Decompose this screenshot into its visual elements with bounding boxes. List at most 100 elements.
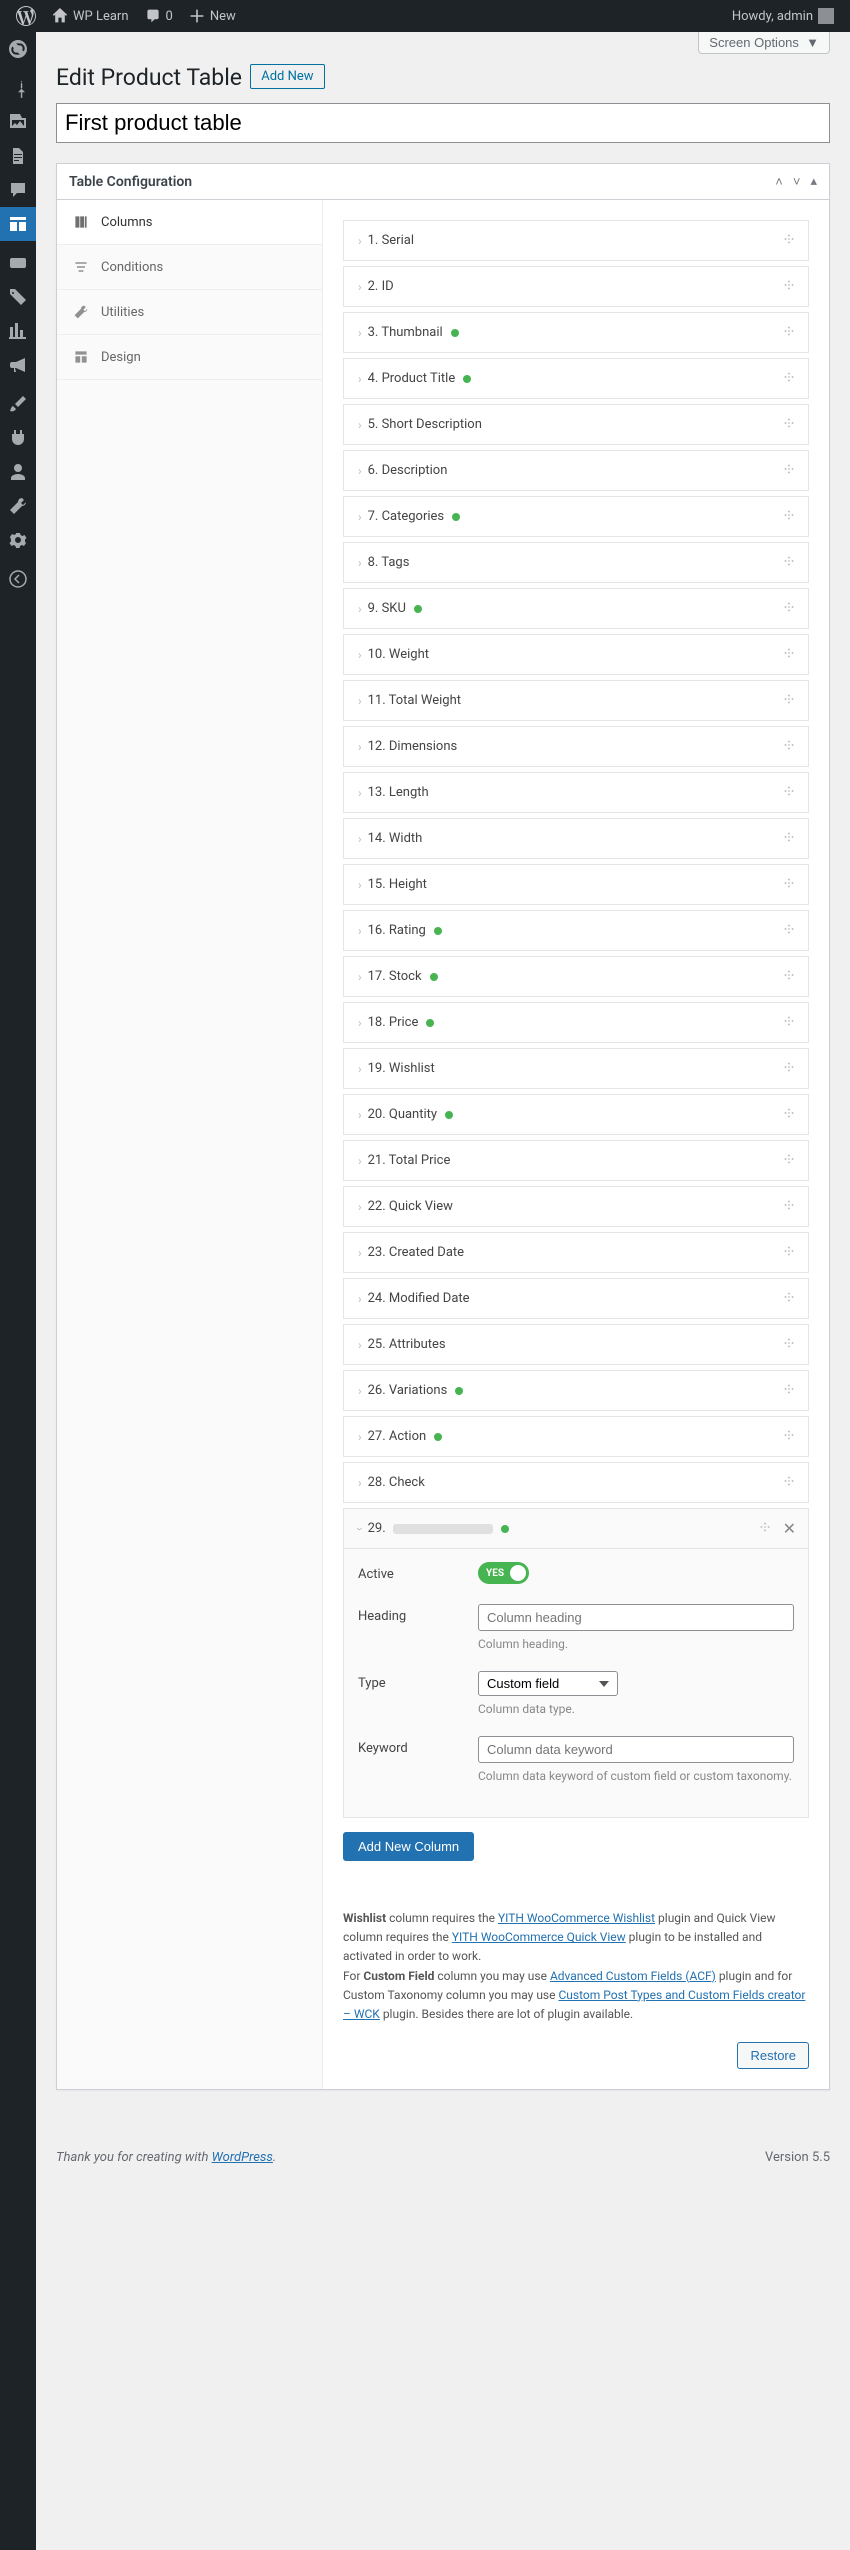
menu-pages[interactable] [0,139,36,173]
drag-handle[interactable] [782,232,796,250]
column-item[interactable]: ›2. ID [343,266,809,307]
site-name[interactable]: WP Learn [44,0,137,32]
drag-handle[interactable] [782,1014,796,1032]
drag-handle[interactable] [782,1198,796,1216]
column-item[interactable]: ›12. Dimensions [343,726,809,767]
column-item[interactable]: ›22. Quick View [343,1186,809,1227]
column-item[interactable]: ›27. Action [343,1416,809,1457]
footer-wp-link[interactable]: WordPress [212,2150,273,2165]
drag-handle[interactable] [782,278,796,296]
postbox-down-icon[interactable]: ˅ [793,174,801,190]
close-icon[interactable]: ✕ [783,1519,796,1538]
column-item[interactable]: ›3. Thumbnail [343,312,809,353]
menu-posts[interactable] [0,71,36,105]
postbox-toggle-icon[interactable]: ▴ [810,174,817,190]
menu-appearance[interactable] [0,387,36,421]
menu-marketing[interactable] [0,348,36,382]
link-yith-quickview[interactable]: YITH WooCommerce Quick View [452,1930,626,1944]
column-item[interactable]: ›21. Total Price [343,1140,809,1181]
tab-utilities[interactable]: Utilities [57,290,322,335]
title-input[interactable] [56,103,830,143]
drag-handle[interactable] [758,1520,772,1538]
link-yith-wishlist[interactable]: YITH WooCommerce Wishlist [498,1911,655,1925]
active-toggle[interactable]: YES [478,1562,529,1584]
drag-handle[interactable] [782,1428,796,1446]
type-select[interactable]: Custom field [478,1671,618,1696]
column-item[interactable]: ›15. Height [343,864,809,905]
comments[interactable]: 0 [137,0,181,32]
my-account[interactable]: Howdy, admin [724,0,842,32]
drag-handle[interactable] [782,1290,796,1308]
menu-comments[interactable] [0,173,36,207]
tab-columns[interactable]: Columns [57,200,322,245]
column-item[interactable]: ›13. Length [343,772,809,813]
column-item[interactable]: ›8. Tags [343,542,809,583]
drag-handle[interactable] [782,324,796,342]
drag-handle[interactable] [782,462,796,480]
column-item[interactable]: ›11. Total Weight [343,680,809,721]
column-item[interactable]: ›7. Categories [343,496,809,537]
drag-handle[interactable] [782,1060,796,1078]
column-item[interactable]: ›14. Width [343,818,809,859]
menu-products[interactable] [0,280,36,314]
column-item[interactable]: ›18. Price [343,1002,809,1043]
drag-handle[interactable] [782,508,796,526]
drag-handle[interactable] [782,738,796,756]
drag-handle[interactable] [782,646,796,664]
drag-handle[interactable] [782,600,796,618]
drag-handle[interactable] [782,370,796,388]
column-item[interactable]: ›23. Created Date [343,1232,809,1273]
drag-handle[interactable] [782,830,796,848]
menu-tools[interactable] [0,489,36,523]
drag-handle[interactable] [782,1106,796,1124]
link-acf[interactable]: Advanced Custom Fields (ACF) [550,1969,716,1983]
menu-product-table[interactable] [0,207,36,241]
screen-options-button[interactable]: Screen Options ▼ [698,32,830,54]
column-item[interactable]: ›17. Stock [343,956,809,997]
heading-input[interactable] [478,1604,794,1631]
column-item-expanded[interactable]: ›29. ✕ [343,1508,809,1549]
drag-handle[interactable] [782,416,796,434]
drag-handle[interactable] [782,692,796,710]
drag-handle[interactable] [782,1474,796,1492]
keyword-input[interactable] [478,1736,794,1763]
menu-users[interactable] [0,455,36,489]
add-column-button[interactable]: Add New Column [343,1832,474,1861]
menu-woocommerce[interactable] [0,246,36,280]
menu-dashboard[interactable] [0,32,36,66]
drag-handle[interactable] [782,1382,796,1400]
column-item[interactable]: ›10. Weight [343,634,809,675]
drag-handle[interactable] [782,922,796,940]
postbox-up-icon[interactable]: ˄ [775,174,783,190]
column-item[interactable]: ›25. Attributes [343,1324,809,1365]
column-item[interactable]: ›6. Description [343,450,809,491]
column-item[interactable]: ›5. Short Description [343,404,809,445]
menu-media[interactable] [0,105,36,139]
column-item[interactable]: ›26. Variations [343,1370,809,1411]
column-item[interactable]: ›24. Modified Date [343,1278,809,1319]
new-content[interactable]: New [181,0,244,32]
tab-design[interactable]: Design [57,335,322,380]
column-item[interactable]: ›1. Serial [343,220,809,261]
column-item[interactable]: ›28. Check [343,1462,809,1503]
column-item[interactable]: ›9. SKU [343,588,809,629]
column-item[interactable]: ›16. Rating [343,910,809,951]
drag-handle[interactable] [782,1244,796,1262]
drag-handle[interactable] [782,968,796,986]
drag-handle[interactable] [782,1152,796,1170]
wp-logo[interactable] [8,0,44,32]
column-item[interactable]: ›19. Wishlist [343,1048,809,1089]
drag-handle[interactable] [782,876,796,894]
menu-plugins[interactable] [0,421,36,455]
tab-conditions[interactable]: Conditions [57,245,322,290]
drag-handle[interactable] [782,784,796,802]
menu-analytics[interactable] [0,314,36,348]
menu-collapse[interactable] [0,562,36,596]
menu-settings[interactable] [0,523,36,557]
drag-handle[interactable] [782,554,796,572]
add-new-button[interactable]: Add New [250,64,324,89]
column-item[interactable]: ›20. Quantity [343,1094,809,1135]
restore-button[interactable]: Restore [737,2042,809,2069]
drag-handle[interactable] [782,1336,796,1354]
column-item[interactable]: ›4. Product Title [343,358,809,399]
